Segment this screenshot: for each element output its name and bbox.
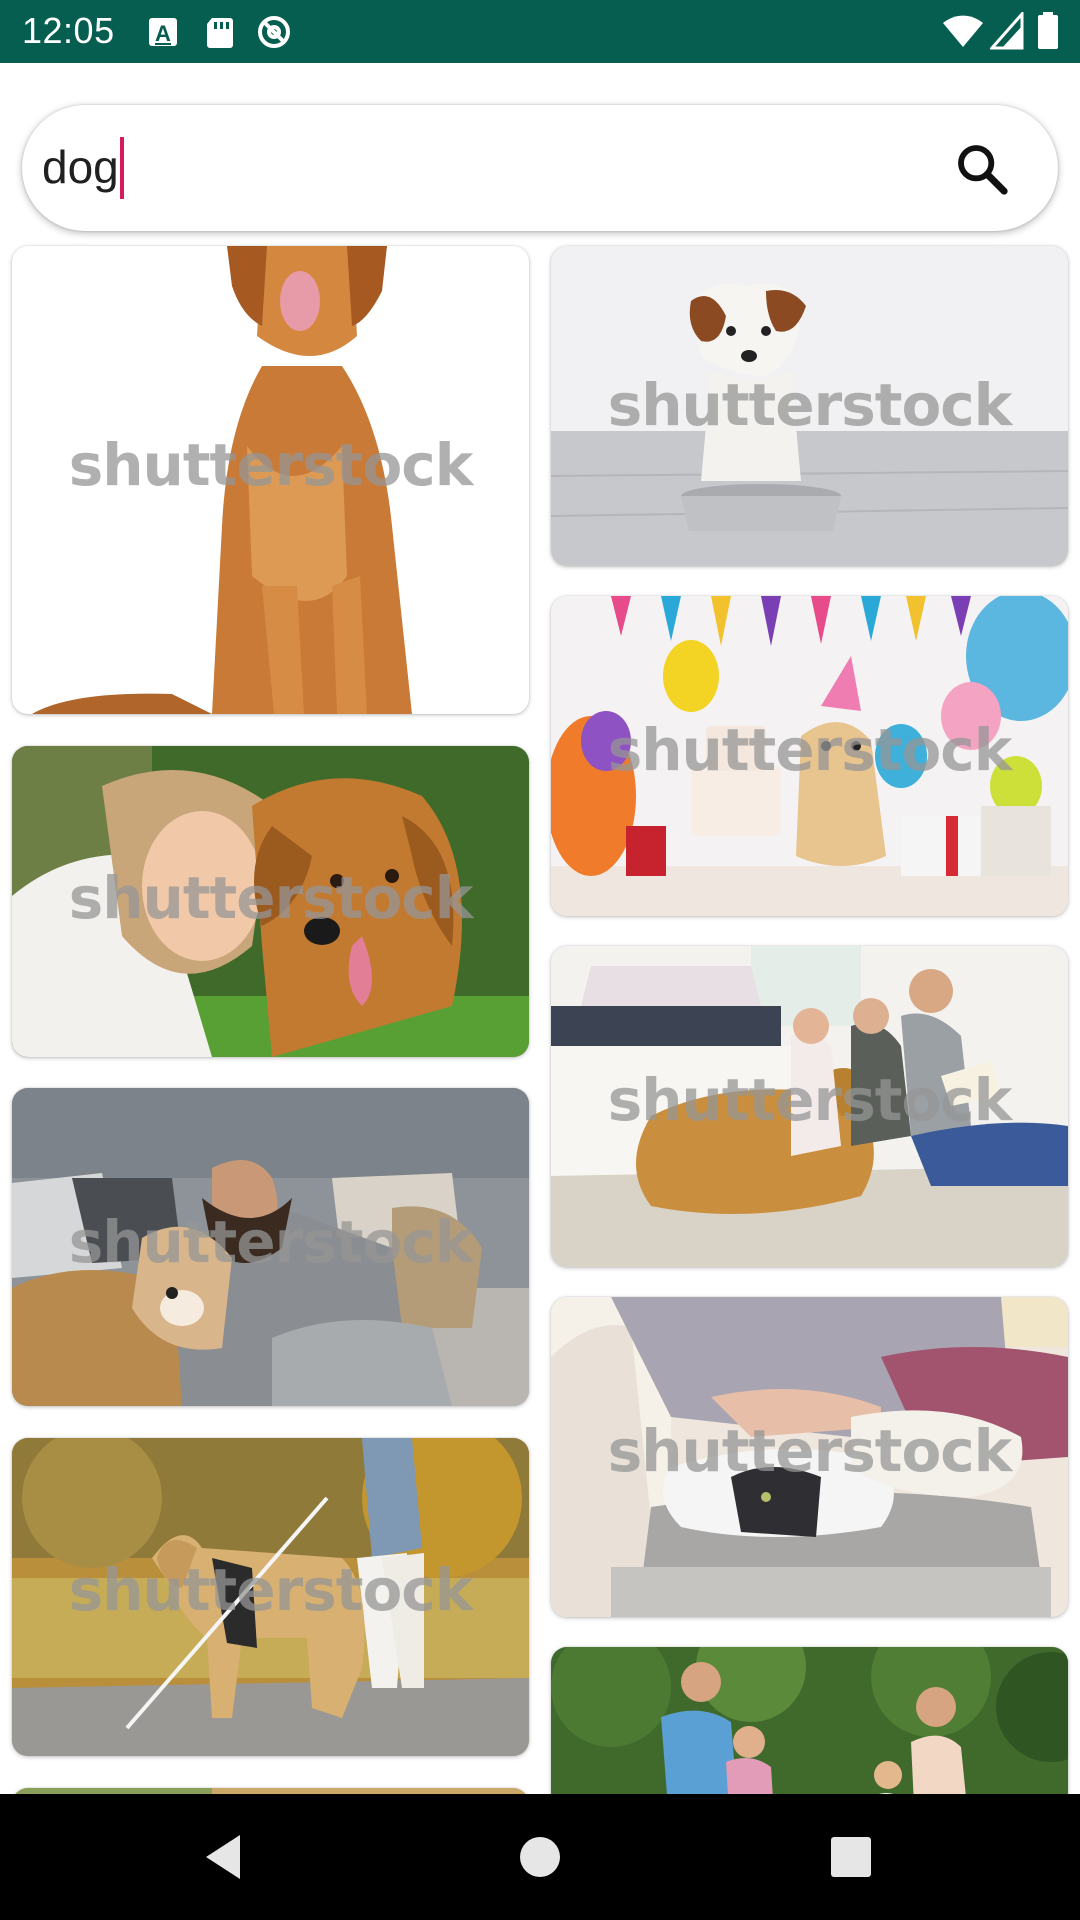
sd-card-icon — [207, 18, 233, 48]
result-image-card[interactable]: shutterstock — [551, 596, 1068, 916]
family-running-photo — [551, 1647, 1068, 1794]
jack-russell-puppy-photo — [551, 246, 1068, 566]
results-grid: shutterstock shutterstock shutterstock s… — [0, 231, 1080, 1794]
result-image-card[interactable] — [551, 1647, 1068, 1794]
result-image-card[interactable]: shutterstock — [12, 1088, 529, 1406]
result-image-card[interactable]: shutterstock — [551, 946, 1068, 1267]
woman-with-retriever-photo — [12, 746, 529, 1057]
battery-icon — [1038, 12, 1058, 49]
svg-text:A: A — [155, 21, 171, 46]
search-query-text: dog — [42, 141, 119, 193]
birthday-dog-photo — [551, 596, 1068, 916]
status-time: 12:05 — [22, 10, 115, 51]
navigation-bar — [0, 1794, 1080, 1920]
result-image-card[interactable]: shutterstock — [551, 1297, 1068, 1617]
result-image-card[interactable]: shutterstock — [551, 246, 1068, 566]
man-hugging-dog-photo — [12, 1088, 529, 1406]
result-image-card[interactable]: shutterstock — [12, 246, 529, 714]
text-caret — [119, 136, 124, 199]
cellular-signal-icon — [990, 12, 1024, 50]
result-image-card[interactable]: shutterstock — [12, 746, 529, 1057]
guide-dog-photo — [12, 1438, 529, 1756]
cat-on-sofa-photo — [551, 1297, 1068, 1617]
wifi-icon — [943, 15, 983, 47]
search-icon[interactable] — [954, 141, 1010, 197]
recents-icon[interactable] — [823, 1829, 879, 1885]
search-bar: dog — [22, 105, 1058, 231]
at-sign-icon — [258, 16, 290, 48]
search-input[interactable]: dog — [42, 131, 942, 203]
golden-retriever-photo — [12, 246, 529, 714]
status-bar: 12:05 A — [0, 0, 1080, 63]
back-icon[interactable] — [198, 1829, 254, 1885]
family-with-retriever-photo — [551, 946, 1068, 1267]
result-image-card[interactable]: shutterstock — [12, 1438, 529, 1756]
home-icon[interactable] — [512, 1829, 568, 1885]
keyboard-a-icon: A — [149, 18, 177, 46]
